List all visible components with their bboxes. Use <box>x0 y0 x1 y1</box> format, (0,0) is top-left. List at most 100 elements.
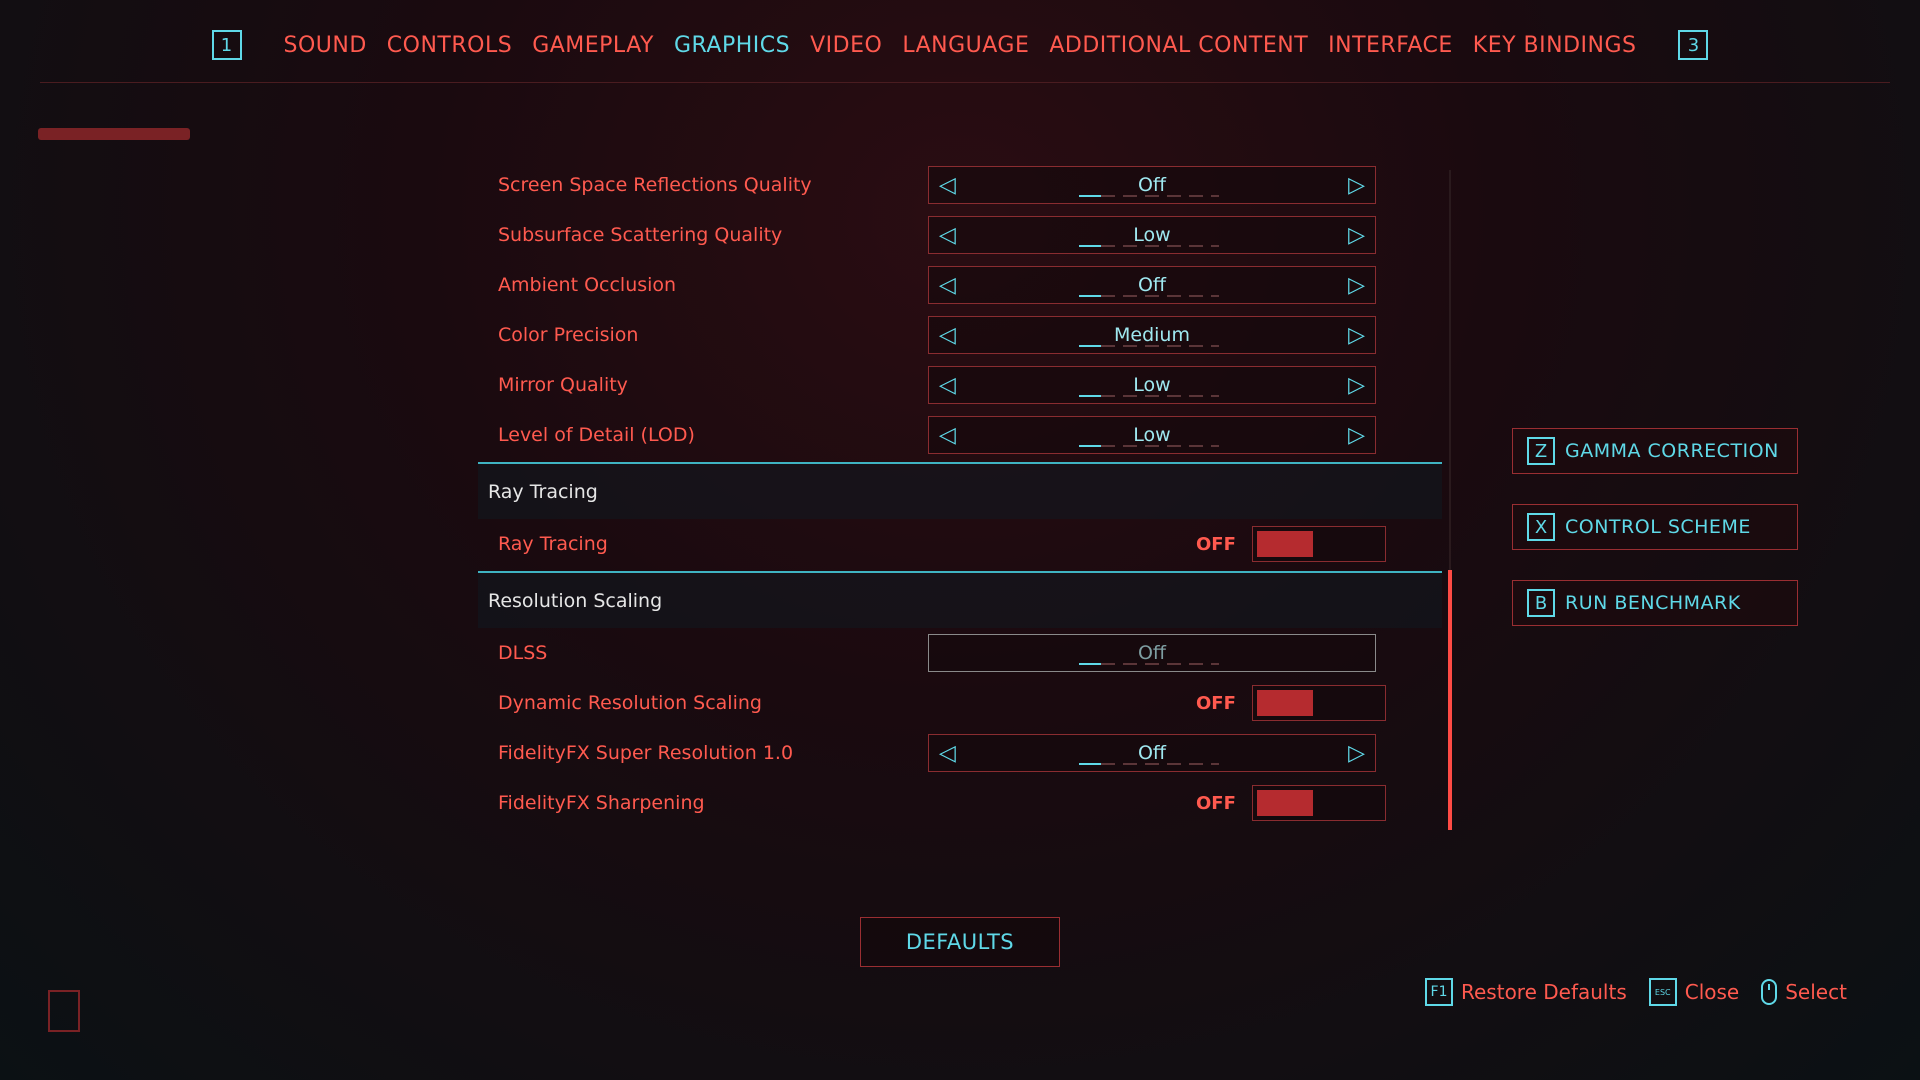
setting-row-sharpening: FidelityFX Sharpening OFF <box>478 778 1442 828</box>
arrow-right-icon[interactable]: ▷ <box>1348 173 1365 198</box>
setting-label: DLSS <box>498 642 548 664</box>
setting-row-color-precision: Color Precision ◁ Medium ▷ <box>478 310 1442 360</box>
setting-value: Low <box>1133 224 1171 246</box>
toggle-knob <box>1256 790 1313 816</box>
setting-value: Off <box>1137 274 1167 296</box>
arrow-right-icon[interactable]: ▷ <box>1348 323 1365 348</box>
dlss-selector: Off <box>928 634 1376 672</box>
setting-label: Ray Tracing <box>498 533 608 555</box>
select-hint[interactable]: Select <box>1761 979 1847 1005</box>
button-label: GAMMA CORRECTION <box>1565 440 1779 462</box>
scrollbar-thumb[interactable] <box>1448 570 1452 830</box>
setting-label: Mirror Quality <box>498 374 628 396</box>
arrow-right-icon[interactable]: ▷ <box>1348 741 1365 766</box>
ray-tracing-toggle[interactable] <box>1251 526 1386 562</box>
next-tab-key[interactable]: 3 <box>1678 30 1709 60</box>
arrow-right-icon[interactable]: ▷ <box>1348 273 1365 298</box>
setting-value: Off <box>1137 642 1167 664</box>
setting-value: Off <box>1137 742 1167 764</box>
setting-label: Subsurface Scattering Quality <box>498 224 783 246</box>
tab-controls[interactable]: CONTROLS <box>387 33 512 58</box>
hint-label: Select <box>1785 980 1847 1004</box>
top-divider <box>40 82 1890 83</box>
settings-list: Screen Space Reflections Quality ◁ Off ▷… <box>478 160 1442 828</box>
dynamic-resolution-toggle[interactable] <box>1251 685 1386 721</box>
arrow-left-icon[interactable]: ◁ <box>939 423 956 448</box>
arrow-right-icon[interactable]: ▷ <box>1348 223 1365 248</box>
setting-label: FidelityFX Super Resolution 1.0 <box>498 742 794 764</box>
button-label: RUN BENCHMARK <box>1565 592 1741 614</box>
setting-label: Color Precision <box>498 324 639 346</box>
tab-gameplay[interactable]: GAMEPLAY <box>532 33 654 58</box>
arrow-left-icon[interactable]: ◁ <box>939 323 956 348</box>
arrow-left-icon[interactable]: ◁ <box>939 373 956 398</box>
tab-video[interactable]: VIDEO <box>810 33 882 58</box>
restore-defaults-hint[interactable]: F1 Restore Defaults <box>1425 978 1627 1006</box>
close-hint[interactable]: ESC Close <box>1648 978 1740 1006</box>
level-ticks <box>1079 195 1219 197</box>
mouse-icon <box>1761 979 1778 1005</box>
esc-key-icon: ESC <box>1648 978 1677 1006</box>
arrow-right-icon[interactable]: ▷ <box>1348 423 1365 448</box>
setting-row-subsurface: Subsurface Scattering Quality ◁ Low ▷ <box>478 210 1442 260</box>
setting-row-ray-tracing: Ray Tracing OFF <box>478 519 1442 569</box>
key-hint: X <box>1527 513 1555 541</box>
setting-row-dlss: DLSS Off <box>478 628 1442 678</box>
level-ticks <box>1079 295 1219 297</box>
section-title: Ray Tracing <box>488 480 598 503</box>
toggle-state: OFF <box>1196 792 1236 814</box>
setting-row-dynamic-resolution: Dynamic Resolution Scaling OFF <box>478 678 1442 728</box>
arrow-left-icon[interactable]: ◁ <box>939 223 956 248</box>
tab-additional-content[interactable]: ADDITIONAL CONTENT <box>1049 33 1308 58</box>
setting-row-fsr: FidelityFX Super Resolution 1.0 ◁ Off ▷ <box>478 728 1442 778</box>
setting-label: Ambient Occlusion <box>498 274 677 296</box>
sharpening-toggle[interactable] <box>1251 785 1386 821</box>
setting-value: Low <box>1133 374 1171 396</box>
control-scheme-button[interactable]: X CONTROL SCHEME <box>1512 504 1798 550</box>
tab-sound[interactable]: SOUND <box>284 33 367 58</box>
f1-key-icon: F1 <box>1425 978 1453 1006</box>
arrow-left-icon[interactable]: ◁ <box>939 273 956 298</box>
button-label: CONTROL SCHEME <box>1565 516 1751 538</box>
level-ticks <box>1079 663 1219 665</box>
subsurface-selector: ◁ Low ▷ <box>928 216 1376 254</box>
setting-row-mirror-quality: Mirror Quality ◁ Low ▷ <box>478 360 1442 410</box>
run-benchmark-button[interactable]: B RUN BENCHMARK <box>1512 580 1798 626</box>
decorative-bar <box>38 128 190 140</box>
toggle-knob <box>1256 690 1313 716</box>
ray-tracing-toggle-wrap: OFF <box>1196 526 1386 562</box>
input-hints: F1 Restore Defaults ESC Close Select <box>1425 978 1847 1006</box>
ssr-selector: ◁ Off ▷ <box>928 166 1376 204</box>
setting-row-ambient-occlusion: Ambient Occlusion ◁ Off ▷ <box>478 260 1442 310</box>
arrow-right-icon[interactable]: ▷ <box>1348 373 1365 398</box>
key-hint: B <box>1527 589 1555 617</box>
setting-value: Off <box>1137 174 1167 196</box>
fsr-selector: ◁ Off ▷ <box>928 734 1376 772</box>
defaults-button[interactable]: DEFAULTS <box>860 917 1060 967</box>
tab-interface[interactable]: INTERFACE <box>1328 33 1453 58</box>
arrow-left-icon[interactable]: ◁ <box>939 173 956 198</box>
toggle-state: OFF <box>1196 692 1236 714</box>
level-ticks <box>1079 763 1219 765</box>
setting-row-lod: Level of Detail (LOD) ◁ Low ▷ <box>478 410 1442 460</box>
ambient-occlusion-selector: ◁ Off ▷ <box>928 266 1376 304</box>
section-ray-tracing: Ray Tracing <box>478 462 1442 519</box>
mirror-quality-selector: ◁ Low ▷ <box>928 366 1376 404</box>
toggle-knob <box>1256 531 1313 557</box>
dynamic-resolution-toggle-wrap: OFF <box>1196 685 1386 721</box>
setting-label: Dynamic Resolution Scaling <box>498 692 762 714</box>
tab-key-bindings[interactable]: KEY BINDINGS <box>1473 33 1637 58</box>
gamma-correction-button[interactable]: Z GAMMA CORRECTION <box>1512 428 1798 474</box>
tab-graphics[interactable]: GRAPHICS <box>674 33 790 58</box>
scrollbar-track <box>1449 170 1451 570</box>
toggle-state: OFF <box>1196 533 1236 555</box>
setting-value: Low <box>1133 424 1171 446</box>
arrow-left-icon[interactable]: ◁ <box>939 741 956 766</box>
key-hint: Z <box>1527 437 1555 465</box>
level-ticks <box>1079 445 1219 447</box>
setting-label: FidelityFX Sharpening <box>498 792 705 814</box>
hint-label: Close <box>1684 980 1740 1004</box>
prev-tab-key[interactable]: 1 <box>211 30 242 60</box>
setting-row-ssr: Screen Space Reflections Quality ◁ Off ▷ <box>478 160 1442 210</box>
tab-language[interactable]: LANGUAGE <box>902 33 1029 58</box>
